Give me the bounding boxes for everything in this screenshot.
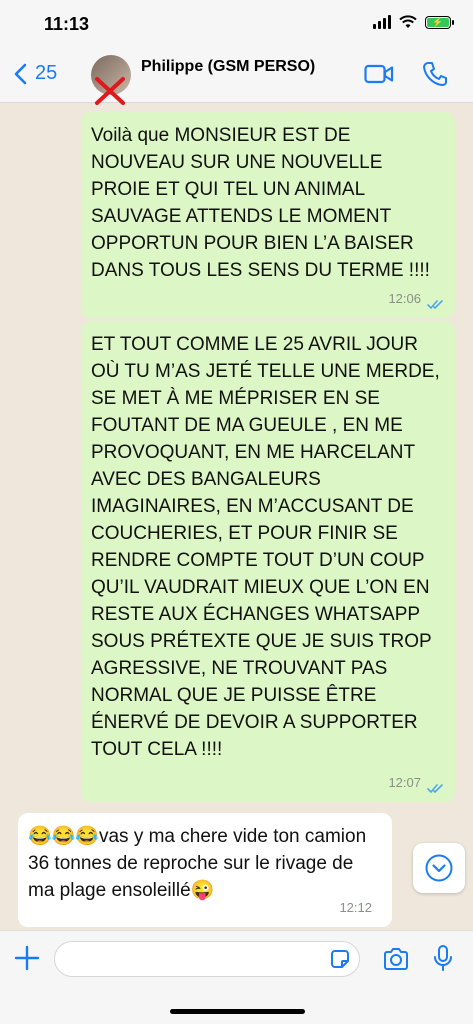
scroll-to-bottom-button[interactable] xyxy=(413,843,465,893)
back-chevron-icon xyxy=(14,63,27,84)
message-bubble-outgoing[interactable]: Voilà que MONSIEUR EST DE NOUVEAU SUR UN… xyxy=(81,112,455,318)
unread-count: 25 xyxy=(35,62,58,84)
status-bar: 11:13 ⚡ xyxy=(0,0,473,50)
plus-icon[interactable] xyxy=(14,945,40,971)
message-time: 12:07 xyxy=(388,775,421,790)
chevron-down-icon xyxy=(425,854,453,882)
back-button[interactable]: 25 xyxy=(14,62,57,85)
cross-mark-icon xyxy=(95,77,125,105)
read-ticks-icon xyxy=(427,784,443,794)
message-text: ET TOUT COMME LE 25 AVRIL JOUR OÙ TU M’A… xyxy=(91,334,440,760)
battery-charging-icon: ⚡ xyxy=(427,17,449,27)
battery-icon: ⚡ xyxy=(425,15,454,29)
status-icons: ⚡ xyxy=(373,15,454,29)
phone-call-icon[interactable] xyxy=(423,61,447,87)
video-call-icon[interactable] xyxy=(364,63,394,85)
home-indicator[interactable] xyxy=(170,1009,305,1014)
message-time: 12:06 xyxy=(388,291,421,306)
mic-icon[interactable] xyxy=(433,944,453,972)
camera-icon[interactable] xyxy=(382,947,410,971)
contact-name[interactable]: Philippe (GSM PERSO) xyxy=(141,58,315,76)
message-text: Voilà que MONSIEUR EST DE NOUVEAU SUR UN… xyxy=(91,125,430,281)
chat-area[interactable]: Voilà que MONSIEUR EST DE NOUVEAU SUR UN… xyxy=(0,103,473,930)
message-bubble-incoming[interactable]: 😂😂😂vas y ma chere vide ton camion 36 ton… xyxy=(18,813,392,927)
message-input[interactable] xyxy=(54,941,360,977)
cellular-signal-icon xyxy=(373,15,391,29)
message-text: 😂😂😂vas y ma chere vide ton camion 36 ton… xyxy=(28,826,367,901)
status-time: 11:13 xyxy=(44,14,90,34)
message-bubble-outgoing[interactable]: ET TOUT COMME LE 25 AVRIL JOUR OÙ TU M’A… xyxy=(81,321,455,802)
read-ticks-icon xyxy=(427,300,443,310)
message-time: 12:12 xyxy=(339,900,372,915)
avatar[interactable] xyxy=(91,55,131,105)
chat-header: 25 Philippe (GSM PERSO) xyxy=(0,50,473,105)
sticker-icon[interactable] xyxy=(329,948,351,970)
wifi-icon xyxy=(399,15,417,28)
